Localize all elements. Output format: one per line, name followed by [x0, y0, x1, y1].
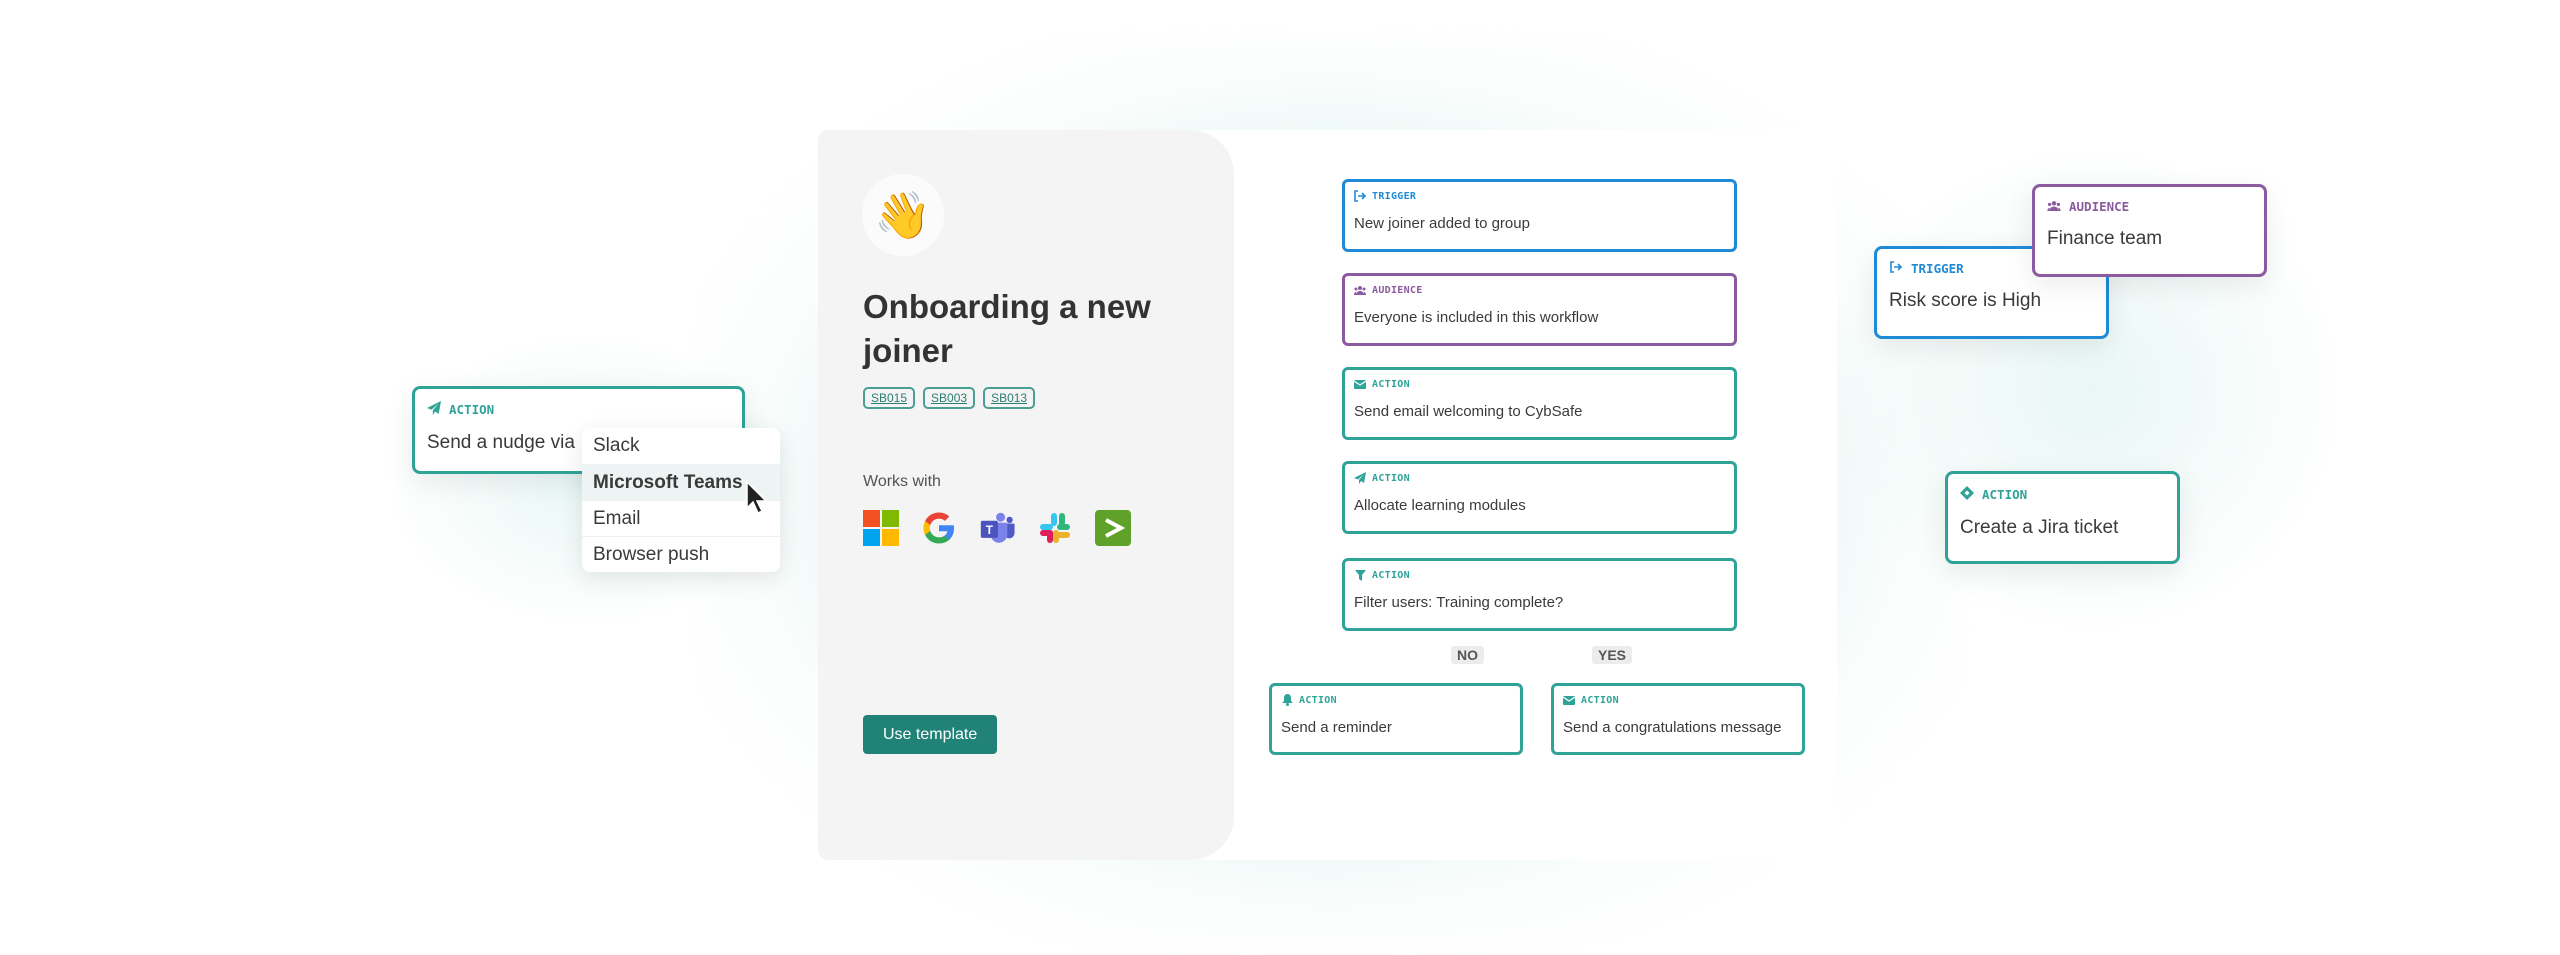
node-type-label: TRIGGER — [1372, 190, 1417, 202]
template-title: Onboarding a new joiner — [863, 288, 1151, 369]
node-text: Send a reminder — [1281, 719, 1392, 736]
node-type-label: ACTION — [1581, 694, 1619, 706]
node-type-label: ACTION — [449, 402, 495, 417]
template-card: 👋 Onboarding a new joiner SB015 SB003 SB… — [818, 130, 1837, 860]
node-type-label: ACTION — [1372, 472, 1410, 484]
waving-hand-icon: 👋 — [862, 174, 944, 256]
branch-yes-label: YES — [1592, 646, 1633, 664]
flow-node-no-branch[interactable]: ACTION Send a reminder — [1269, 683, 1523, 755]
node-type-label: TRIGGER — [1911, 261, 1964, 276]
trigger-icon — [1354, 190, 1366, 202]
dropdown-option-browser-push[interactable]: Browser push — [582, 536, 780, 572]
flow-node-action[interactable]: ACTION Allocate learning modules — [1342, 461, 1737, 534]
mouse-cursor-icon — [746, 480, 768, 515]
template-info-panel: 👋 Onboarding a new joiner SB015 SB003 SB… — [818, 130, 1234, 860]
audience-icon — [1354, 284, 1366, 296]
node-text: Finance team — [2047, 228, 2163, 249]
integration-logos: T — [863, 510, 1153, 546]
microsoft-teams-logo-icon: T — [979, 510, 1015, 546]
filter-icon — [1354, 569, 1366, 581]
node-text: Filter users: Training complete? — [1354, 594, 1564, 611]
google-logo-icon — [921, 510, 957, 546]
node-text: Send a congratulations message — [1563, 719, 1782, 736]
slack-logo-icon — [1037, 510, 1073, 546]
bell-icon — [1281, 694, 1293, 706]
use-template-button[interactable]: Use template — [863, 715, 998, 754]
node-type-label: AUDIENCE — [2069, 199, 2130, 214]
node-type-label: ACTION — [1299, 694, 1337, 706]
floating-jira-action[interactable]: ACTION Create a Jira ticket — [1945, 471, 2180, 564]
email-icon — [1563, 694, 1575, 706]
branch-no-label: NO — [1451, 646, 1484, 664]
node-text: Allocate learning modules — [1354, 497, 1526, 514]
flow-node-filter[interactable]: ACTION Filter users: Training complete? — [1342, 558, 1737, 631]
node-text: Send email welcoming to CybSafe — [1354, 403, 1583, 420]
audience-icon — [2047, 199, 2061, 214]
flow-node-action[interactable]: ACTION Send email welcoming to CybSafe — [1342, 367, 1737, 440]
flow-node-trigger[interactable]: TRIGGER New joiner added to group — [1342, 179, 1737, 252]
jira-icon — [1960, 486, 1974, 503]
trigger-icon — [1889, 261, 1903, 276]
tag-link[interactable]: SB015 — [863, 387, 916, 409]
node-text: Everyone is included in this workflow — [1354, 309, 1599, 326]
works-with-label: Works with — [863, 473, 941, 490]
microsoft-logo-icon — [863, 510, 899, 546]
flow-node-audience[interactable]: AUDIENCE Everyone is included in this wo… — [1342, 273, 1737, 346]
tag-list: SB015 SB003 SB013 — [863, 387, 1036, 409]
flow-node-yes-branch[interactable]: ACTION Send a congratulations message — [1551, 683, 1805, 755]
dropdown-option-slack[interactable]: Slack — [582, 428, 780, 464]
email-icon — [1354, 378, 1366, 390]
tag-link[interactable]: SB003 — [923, 387, 976, 409]
node-type-label: ACTION — [1982, 487, 2028, 502]
svg-text:T: T — [986, 524, 994, 537]
terminal-logo-icon — [1095, 510, 1131, 546]
node-type-label: ACTION — [1372, 569, 1410, 581]
node-type-label: AUDIENCE — [1372, 284, 1423, 296]
node-text: Risk score is High — [1889, 290, 2042, 311]
node-type-label: ACTION — [1372, 378, 1410, 390]
node-text: Create a Jira ticket — [1960, 517, 2119, 538]
floating-finance-audience[interactable]: AUDIENCE Finance team — [2032, 184, 2267, 277]
tag-link[interactable]: SB013 — [983, 387, 1036, 409]
paper-plane-icon — [427, 401, 441, 418]
paper-plane-icon — [1354, 472, 1366, 484]
node-text: New joiner added to group — [1354, 215, 1530, 232]
